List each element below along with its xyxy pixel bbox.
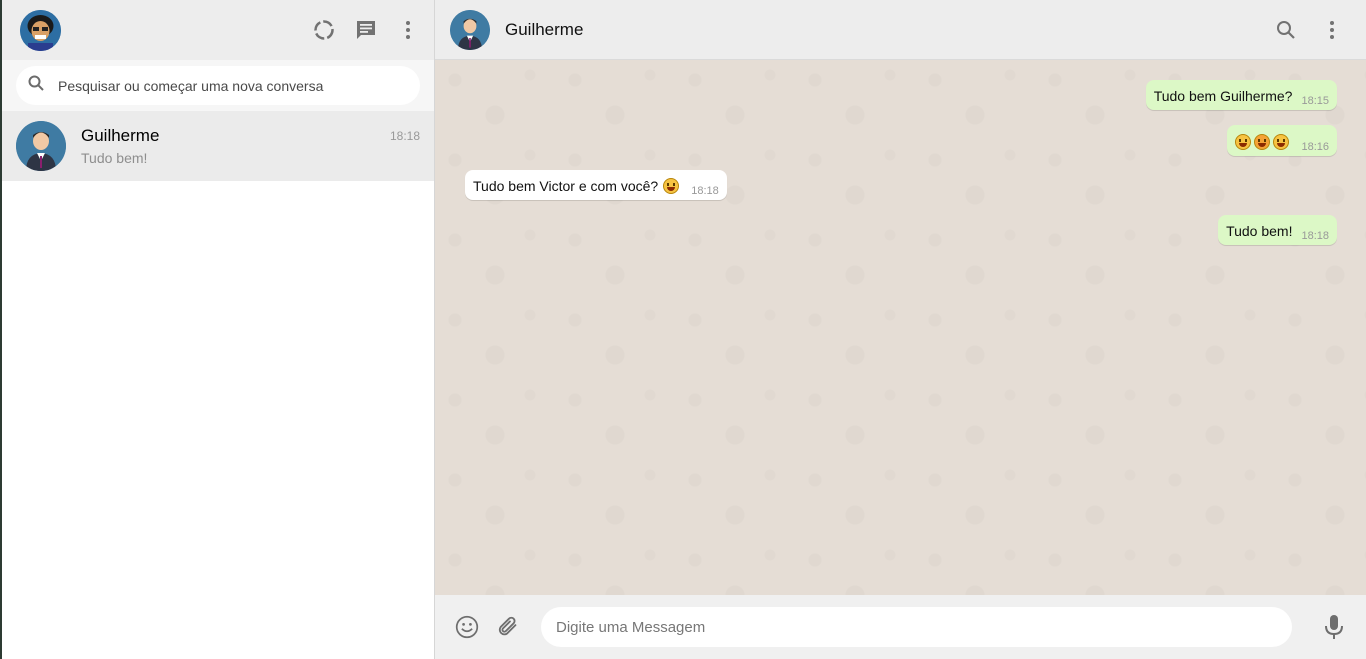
conversation-actions: [1274, 18, 1344, 42]
message-bubble-incoming[interactable]: Tudo bem Victor e com você? 18:18: [465, 170, 727, 200]
message-input[interactable]: [541, 607, 1292, 647]
my-avatar[interactable]: [20, 9, 61, 51]
sidebar-header: [2, 0, 434, 60]
grinning-face-icon: [1273, 134, 1290, 151]
search-icon[interactable]: [1274, 18, 1298, 42]
message-list[interactable]: Tudo bem Guilherme? 18:15 18:16 Tudo bem…: [435, 60, 1366, 595]
search-box: [16, 66, 420, 105]
emoji-group: [1235, 133, 1292, 151]
message-text: Tudo bem Victor e com você?: [473, 178, 659, 194]
message-bubble-outgoing[interactable]: Tudo bem! 18:18: [1218, 215, 1337, 245]
grinning-face-with-big-eyes-icon: [663, 178, 680, 194]
message-bubble-outgoing[interactable]: Tudo bem Guilherme? 18:15: [1145, 80, 1337, 110]
sidebar-actions: [312, 18, 420, 42]
message-bubble-outgoing[interactable]: 18:16: [1227, 125, 1337, 157]
message-time: 18:18: [1301, 230, 1329, 242]
more-vert-icon[interactable]: [1320, 18, 1344, 42]
conversation-header: Guilherme: [435, 0, 1366, 60]
microphone-icon[interactable]: [1322, 615, 1346, 639]
whatsapp-web-app: Guilherme 18:18 Tudo bem! Guilherme: [0, 0, 1366, 659]
message-time: 18:15: [1301, 95, 1329, 107]
message-time: 18:16: [1301, 141, 1329, 154]
search-input[interactable]: [56, 76, 408, 95]
emoji-icon[interactable]: [455, 615, 479, 639]
chat-contact-name: Guilherme: [81, 126, 160, 145]
chat-top: Guilherme 18:18: [81, 126, 420, 146]
conversation-contact-name[interactable]: Guilherme: [505, 20, 583, 40]
sidebar: Guilherme 18:18 Tudo bem!: [0, 0, 435, 659]
message-text: Tudo bem Guilherme?: [1153, 88, 1293, 104]
chat-list-item[interactable]: Guilherme 18:18 Tudo bem!: [2, 111, 434, 181]
paperclip-icon[interactable]: [497, 615, 521, 639]
search-bar: [2, 60, 434, 111]
face-with-tongue-icon: [1254, 134, 1271, 151]
message-text: Tudo bem!: [1226, 223, 1293, 239]
message-composer: [435, 595, 1366, 659]
chat-info: Guilherme 18:18 Tudo bem!: [81, 126, 420, 166]
message-icon[interactable]: [354, 18, 378, 42]
smiley-face-icon: [1235, 134, 1252, 151]
more-vert-icon[interactable]: [396, 18, 420, 42]
message-time: 18:18: [691, 185, 719, 197]
contact-avatar[interactable]: [450, 9, 490, 50]
contact-avatar: [16, 121, 66, 171]
status-ring-icon[interactable]: [312, 18, 336, 42]
chat-last-message: Tudo bem!: [81, 150, 148, 166]
chat-timestamp: 18:18: [389, 129, 420, 143]
conversation-pane: Guilherme Tudo bem Guilherme? 18:15 18:1…: [435, 0, 1366, 659]
search-icon: [28, 75, 44, 96]
